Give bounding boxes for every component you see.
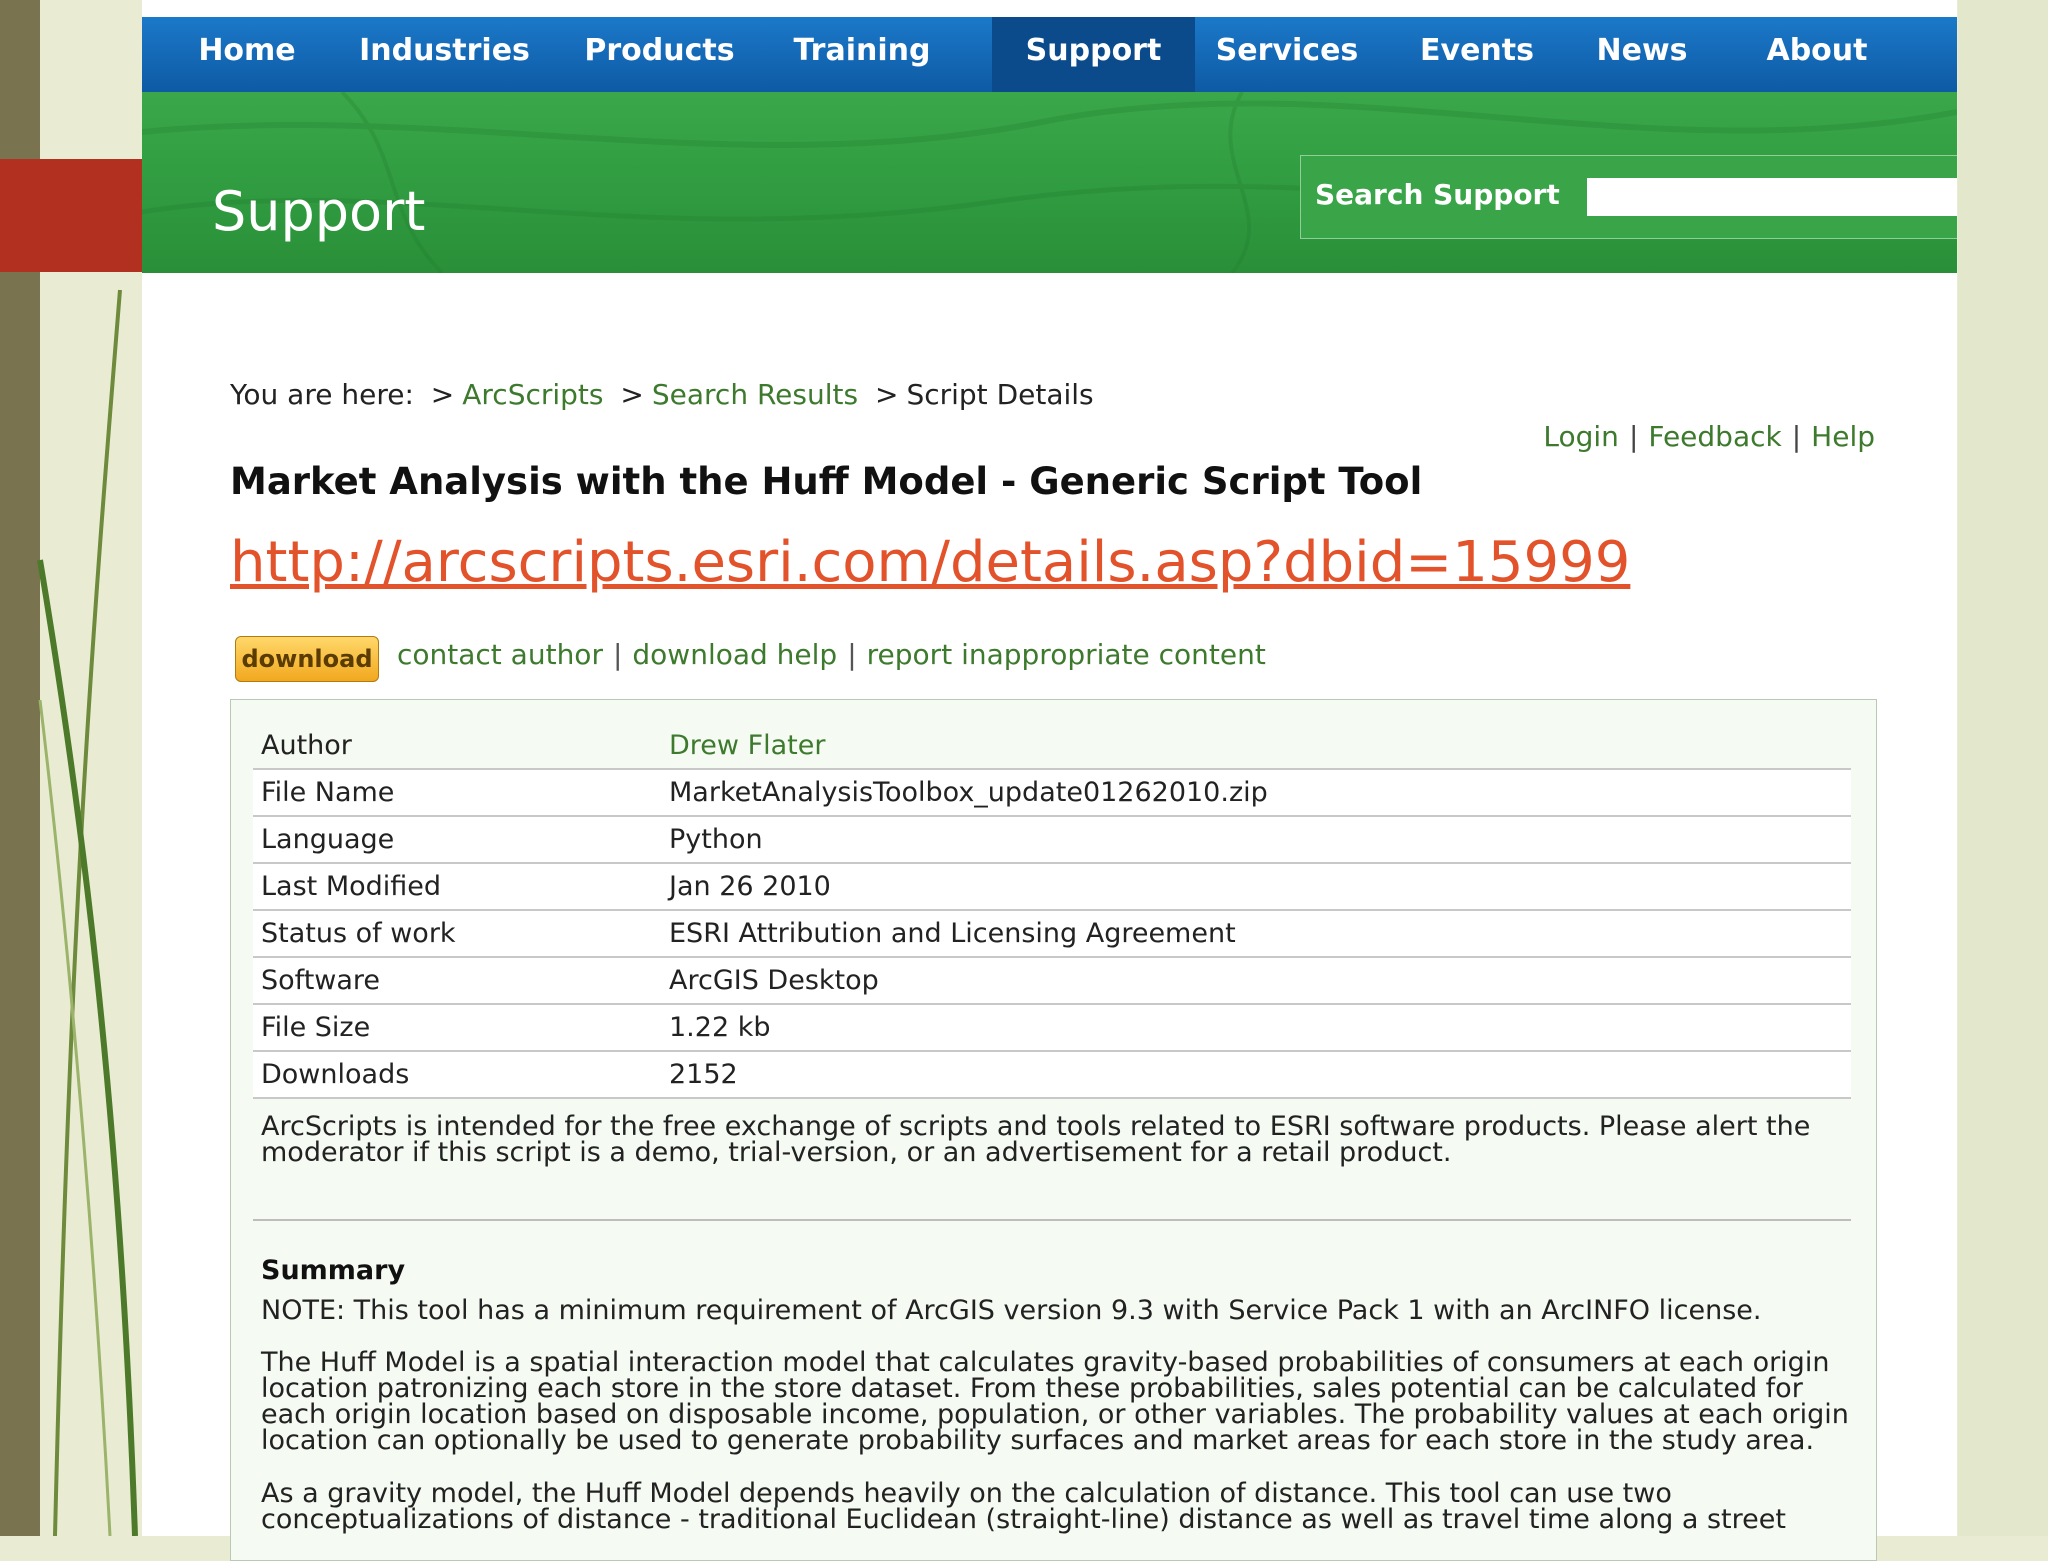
detail-value: 1.22 kb xyxy=(661,1004,1851,1052)
search-support-label: Search Support xyxy=(1315,178,1560,211)
breadcrumb-current: Script Details xyxy=(906,378,1094,411)
support-banner: Support Search Support xyxy=(142,92,1957,273)
login-link[interactable]: Login xyxy=(1543,420,1619,453)
author-link[interactable]: Drew Flater xyxy=(669,730,825,761)
table-row: Last Modified Jan 26 2010 xyxy=(253,863,1851,911)
web-page: Home Industries Products Training Suppor… xyxy=(142,0,1957,1561)
action-separator: | xyxy=(612,638,623,671)
action-separator: | xyxy=(847,638,857,671)
detail-value: MarketAnalysisToolbox_update01262010.zip xyxy=(661,769,1851,817)
detail-value: Drew Flater xyxy=(661,723,1851,770)
breadcrumb-search-results[interactable]: Search Results xyxy=(652,378,858,411)
nav-industries[interactable]: Industries xyxy=(347,17,542,92)
summary-note: NOTE: This tool has a minimum requiremen… xyxy=(261,1295,1762,1326)
detail-key: Author xyxy=(253,723,661,770)
download-button[interactable]: download xyxy=(235,636,379,682)
search-support-input[interactable] xyxy=(1587,178,1957,216)
detail-value: Python xyxy=(661,816,1851,864)
nav-about[interactable]: About xyxy=(1732,17,1902,92)
table-row: Software ArcGIS Desktop xyxy=(253,957,1851,1005)
breadcrumb-separator: > xyxy=(874,378,899,411)
table-row: Status of work ESRI Attribution and Licen… xyxy=(253,910,1851,958)
nav-services[interactable]: Services xyxy=(1197,17,1377,92)
detail-key: Status of work xyxy=(253,910,661,958)
detail-key: Software xyxy=(253,957,661,1005)
summary-heading: Summary xyxy=(261,1255,406,1286)
table-row: File Size 1.22 kb xyxy=(253,1004,1851,1052)
summary-paragraph: The Huff Model is a spatial interaction … xyxy=(261,1347,1849,1456)
top-strip xyxy=(142,0,1957,17)
download-help-link[interactable]: download help xyxy=(632,638,837,671)
utility-links: Login | Feedback | Help xyxy=(1543,420,1875,453)
help-link[interactable]: Help xyxy=(1811,420,1875,453)
utility-separator: | xyxy=(1791,420,1802,453)
breadcrumb-arcscripts[interactable]: ArcScripts xyxy=(462,378,603,411)
contact-author-link[interactable]: contact author xyxy=(397,638,603,671)
summary-paragraph: As a gravity model, the Huff Model depen… xyxy=(261,1478,1786,1535)
search-support-box: Search Support xyxy=(1300,155,1957,239)
script-details-panel: Author Drew Flater File Name MarketAnalysi… xyxy=(230,699,1877,1561)
report-content-link[interactable]: report inappropriate content xyxy=(867,638,1266,671)
detail-key: Language xyxy=(253,816,661,864)
moderation-notice: ArcScripts is intended for the free exch… xyxy=(261,1111,1811,1168)
detail-value: 2152 xyxy=(661,1051,1851,1099)
detail-value: ESRI Attribution and Licensing Agreement xyxy=(661,910,1851,958)
table-row: Language Python xyxy=(253,816,1851,864)
breadcrumb-separator: > xyxy=(430,378,455,411)
nav-home[interactable]: Home xyxy=(177,17,317,92)
detail-value: Jan 26 2010 xyxy=(661,863,1851,911)
page-title: Market Analysis with the Huff Model - Ge… xyxy=(230,460,1423,503)
banner-title: Support xyxy=(212,180,426,243)
slide-right-margin xyxy=(1958,0,2048,1536)
nav-products[interactable]: Products xyxy=(567,17,752,92)
action-links: contact author | download help | report inap… xyxy=(397,638,1266,671)
detail-key: File Name xyxy=(253,769,661,817)
details-table: Author Drew Flater File Name MarketAnalysi… xyxy=(253,723,1851,1099)
slide-swoosh-decoration xyxy=(37,289,138,1536)
detail-key: File Size xyxy=(253,1004,661,1052)
nav-training[interactable]: Training xyxy=(772,17,952,92)
breadcrumb-prefix: You are here: xyxy=(230,378,414,411)
breadcrumb-separator: > xyxy=(620,378,644,411)
breadcrumb: You are here: > ArcScripts > Search Result… xyxy=(230,378,1094,411)
script-url-link[interactable]: http://arcscripts.esri.com/details.asp?d… xyxy=(230,530,1630,595)
section-divider xyxy=(253,1219,1851,1221)
nav-news[interactable]: News xyxy=(1567,17,1717,92)
feedback-link[interactable]: Feedback xyxy=(1648,420,1781,453)
table-row: File Name MarketAnalysisToolbox_update012… xyxy=(253,769,1851,817)
table-row: Downloads 2152 xyxy=(253,1051,1851,1099)
detail-key: Downloads xyxy=(253,1051,661,1099)
utility-separator: | xyxy=(1628,420,1639,453)
table-row: Author Drew Flater xyxy=(253,723,1851,770)
detail-key: Last Modified xyxy=(253,863,661,911)
detail-value: ArcGIS Desktop xyxy=(661,957,1851,1005)
nav-events[interactable]: Events xyxy=(1392,17,1562,92)
main-nav: Home Industries Products Training Suppor… xyxy=(142,17,1957,92)
nav-support[interactable]: Support xyxy=(992,17,1195,92)
